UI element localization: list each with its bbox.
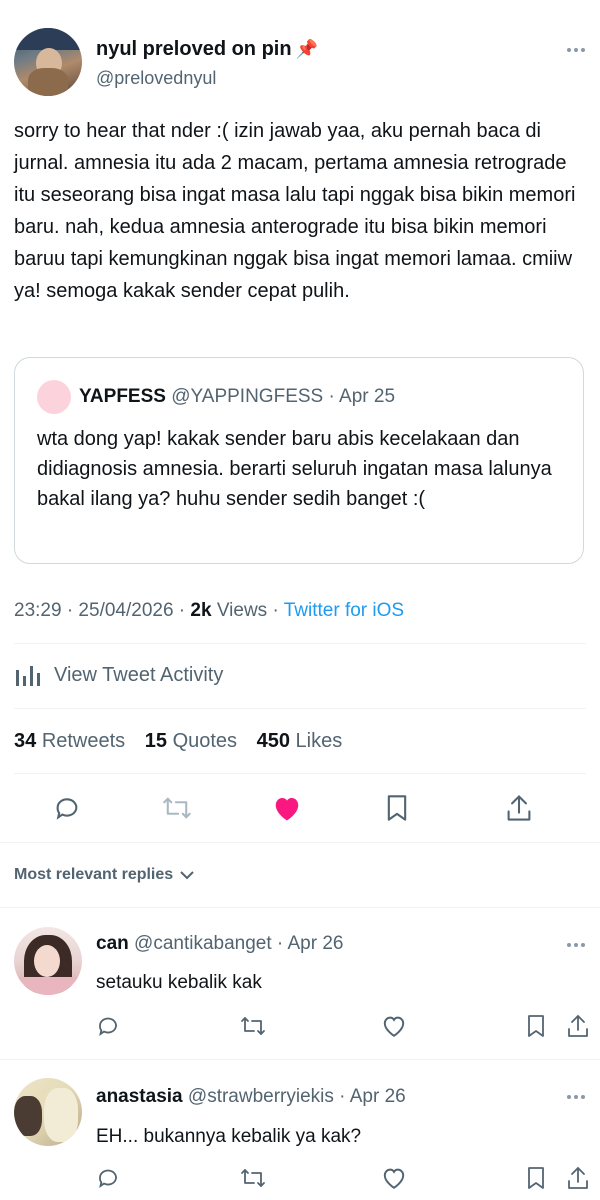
chevron-down-icon (180, 871, 194, 880)
share-icon (568, 1167, 588, 1189)
bookmark-icon (528, 1167, 544, 1189)
quotes-count: 15 (144, 730, 167, 752)
quoted-author-avatar (37, 380, 71, 414)
reply-share-button[interactable] (566, 1165, 590, 1191)
bookmark-icon (387, 795, 407, 821)
retweets-count: 34 (14, 730, 37, 752)
reply-date: · Apr 26 (276, 933, 344, 954)
author-display-name[interactable]: nyul preloved on pin (96, 38, 292, 61)
reply-more-options-icon[interactable] (567, 1095, 585, 1099)
tweet-text: sorry to hear that nder :( izin jawab ya… (14, 120, 576, 302)
reply-reply-button[interactable] (96, 1166, 120, 1190)
tweet-timestamp: 23:29 · 25/04/2026 · (14, 600, 186, 621)
reply-retweet-button[interactable] (240, 1166, 266, 1190)
reply-icon (99, 1169, 117, 1189)
reply-reply-button[interactable] (96, 1014, 120, 1038)
retweet-icon (241, 1169, 265, 1187)
reply-retweet-button[interactable] (240, 1014, 266, 1038)
author-avatar[interactable] (14, 28, 82, 96)
author-handle[interactable]: @prelovednyul (96, 68, 216, 89)
reply-author-handle[interactable]: @strawberryiekis (188, 1086, 334, 1107)
reply-avatar[interactable] (14, 1078, 82, 1146)
reply-author-handle[interactable]: @cantikabanget (134, 933, 272, 954)
client-link[interactable]: Twitter for iOS (284, 600, 404, 621)
reply-text: setauku kebalik kak (96, 972, 262, 993)
retweet-icon (163, 797, 191, 819)
quoted-date: · Apr 25 (328, 386, 396, 407)
bookmark-button[interactable] (384, 794, 410, 822)
replies-sort-label: Most relevant replies (14, 866, 174, 883)
quotes-label: Quotes (172, 730, 238, 752)
quoted-author-name: YAPFESS (79, 386, 166, 407)
quoted-author-handle: @YAPPINGFESS (171, 386, 324, 407)
retweets-label: Retweets (41, 730, 126, 752)
quoted-tweet-text: wta dong yap! kakak sender baru abis kec… (37, 428, 552, 510)
quotes-stat[interactable]: 15 Quotes (145, 730, 243, 752)
reply-avatar[interactable] (14, 927, 82, 995)
bookmark-icon (528, 1015, 544, 1037)
meta-separator: · (272, 600, 279, 621)
share-button[interactable] (505, 793, 533, 823)
reply-more-options-icon[interactable] (567, 943, 585, 947)
share-icon (507, 795, 531, 821)
reply-bookmark-button[interactable] (525, 1014, 547, 1038)
quoted-tweet-card[interactable]: YAPFESS @YAPPINGFESS · Apr 25 wta dong y… (14, 357, 584, 564)
reply-like-button[interactable] (381, 1166, 407, 1190)
reply-share-button[interactable] (566, 1013, 590, 1039)
likes-stat[interactable]: 450 Likes (257, 730, 343, 752)
reply-author-name[interactable]: can (96, 933, 129, 954)
retweet-button[interactable] (162, 794, 192, 822)
like-button[interactable] (272, 794, 302, 822)
reply-text: EH... bukannya kebalik ya kak? (96, 1126, 362, 1147)
heart-icon (383, 1016, 405, 1037)
reply-like-button[interactable] (381, 1014, 407, 1038)
reply-author-name[interactable]: anastasia (96, 1086, 183, 1107)
replies-sort-dropdown[interactable]: Most relevant replies (14, 866, 195, 884)
reply-bookmark-button[interactable] (525, 1166, 547, 1190)
share-icon (568, 1015, 588, 1037)
views-label: Views (216, 600, 268, 621)
reply-icon (56, 798, 78, 820)
heart-filled-icon (275, 798, 299, 821)
reply-date: · Apr 26 (339, 1086, 406, 1107)
retweets-stat[interactable]: 34 Retweets (14, 730, 131, 752)
reply-button[interactable] (53, 794, 81, 822)
more-options-icon[interactable] (567, 48, 585, 52)
heart-icon (383, 1168, 405, 1189)
likes-count: 450 (256, 730, 290, 752)
likes-label: Likes (295, 730, 343, 752)
reply-icon (99, 1017, 117, 1037)
activity-chart-icon (14, 662, 42, 688)
retweet-icon (241, 1017, 265, 1035)
view-tweet-activity-row[interactable]: View Tweet Activity (14, 662, 223, 688)
views-count: 2k (190, 600, 212, 621)
pin-emoji: 📌 (295, 39, 318, 59)
view-tweet-activity-label: View Tweet Activity (54, 663, 224, 686)
